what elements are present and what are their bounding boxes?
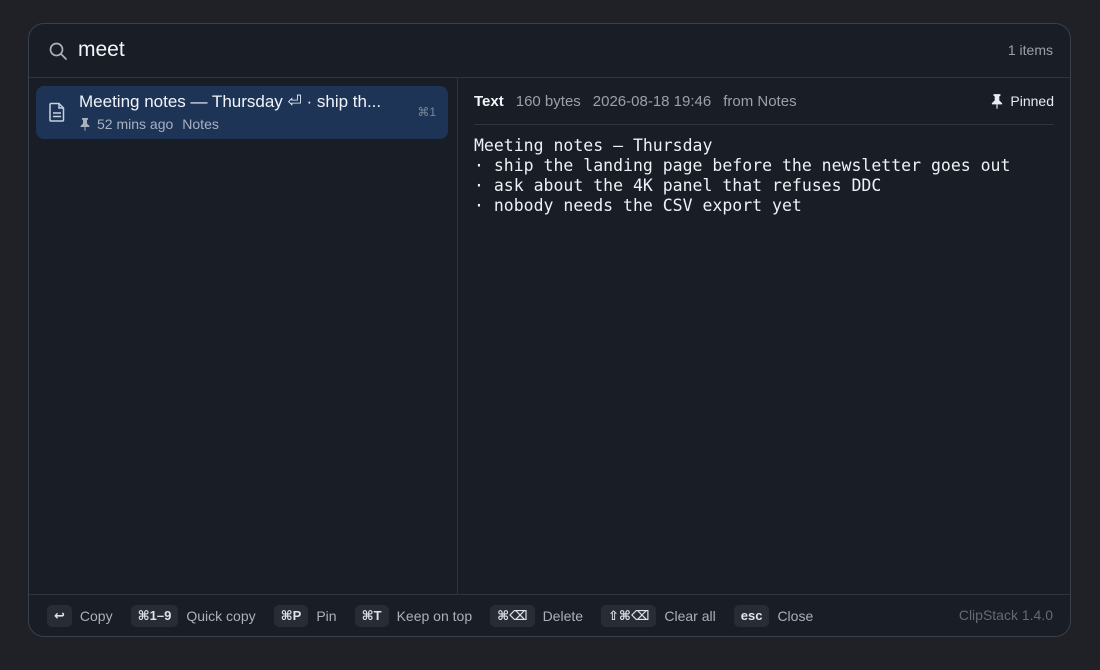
meta-size: 160 bytes [515,92,581,110]
hint-label: Pin [316,607,337,624]
hint-label: Keep on top [396,607,473,624]
key-badge: ⇧⌘⌫ [601,604,657,627]
preview-meta: Text 160 bytes 2026-08-18 19:46 from Not… [474,78,1054,125]
key-badge: ⌘P [273,604,309,627]
key-badge: ↩ [47,604,72,627]
results-list: Meeting notes — Thursday ⏎ · ship th... … [29,78,458,594]
hint-label: Clear all [664,607,716,624]
pinned-label: Pinned [1010,93,1054,109]
hint-label: Copy [79,607,113,624]
pinned-toggle[interactable]: Pinned [990,93,1054,109]
item-time: 52 mins ago [97,116,174,132]
meta-source: from Notes [723,92,797,110]
search-bar: 1 items [29,24,1070,78]
hint-clear-all[interactable]: ⇧⌘⌫ Clear all [601,604,716,627]
hint-quick-copy[interactable]: ⌘1–9 Quick copy [130,604,256,627]
hint-label: Quick copy [186,607,256,624]
key-badge: esc [733,604,770,627]
list-item[interactable]: Meeting notes — Thursday ⏎ · ship th... … [36,86,448,139]
key-badge: ⌘1–9 [130,604,179,627]
item-count: 1 items [1007,42,1053,58]
hint-delete[interactable]: ⌘⌫ Delete [490,604,584,627]
document-icon [49,102,65,122]
shortcut-footer: ↩ Copy ⌘1–9 Quick copy ⌘P Pin ⌘T Keep on… [29,594,1070,636]
hint-copy[interactable]: ↩ Copy [47,604,113,627]
preview-pane: Text 160 bytes 2026-08-18 19:46 from Not… [458,78,1070,594]
hint-label: Close [777,607,814,624]
item-source: Notes [182,116,219,132]
hint-label: Delete [542,607,584,624]
item-shortcut: ⌘1 [417,105,436,119]
pin-icon [992,94,1003,109]
clipboard-panel: 1 items Meeting notes — Thursday ⏎ · shi… [28,23,1071,637]
app-version: ClipStack 1.4.0 [958,607,1053,623]
hint-pin[interactable]: ⌘P Pin [273,604,337,627]
pin-icon [80,118,90,131]
hint-keep-on-top[interactable]: ⌘T Keep on top [354,604,473,627]
key-badge: ⌘⌫ [490,604,535,627]
search-input[interactable] [78,34,778,66]
meta-type: Text [474,92,504,110]
key-badge: ⌘T [354,604,389,627]
search-icon [49,42,67,60]
hint-close[interactable]: esc Close [733,604,814,627]
item-title: Meeting notes — Thursday ⏎ · ship th... [79,92,382,111]
preview-content: Meeting notes — Thursday · ship the land… [474,136,1011,215]
meta-date: 2026-08-18 19:46 [592,92,712,110]
item-meta: 52 mins ago Notes [79,116,219,132]
